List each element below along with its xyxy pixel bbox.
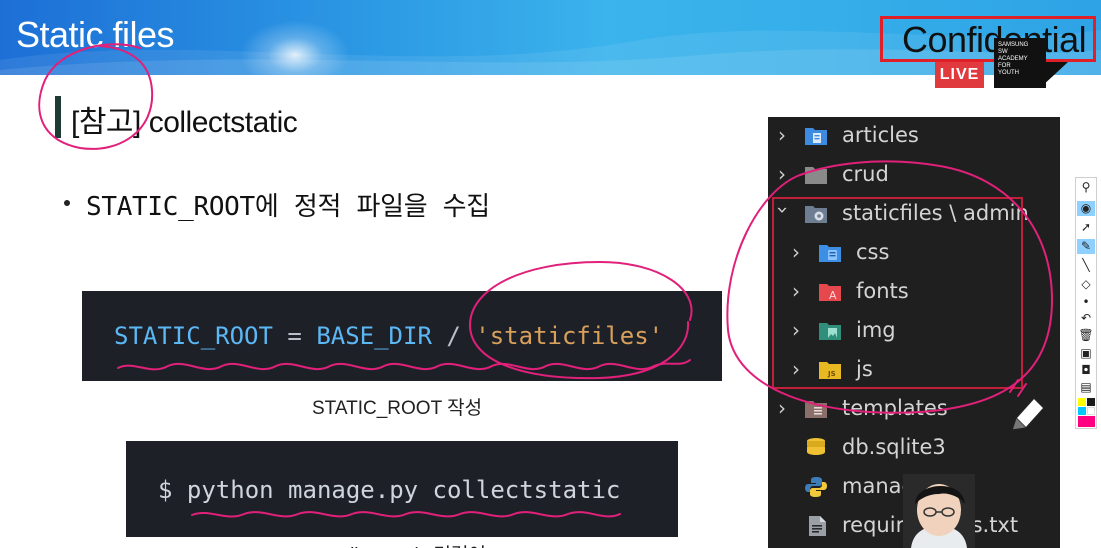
bullet-text: STATIC_ROOT에 정적 파일을 수집	[86, 192, 490, 222]
pen-icon[interactable]: ✎	[1077, 239, 1095, 254]
tree-item-articles[interactable]: › articles	[768, 117, 1060, 156]
chevron-right-icon[interactable]: ›	[778, 398, 792, 418]
undo-icon[interactable]: ↶	[1077, 311, 1095, 326]
python-icon	[805, 477, 827, 497]
heading-accent-bar	[55, 96, 61, 138]
color-swatch-cyan[interactable]	[1078, 407, 1086, 415]
slide-title: Static files	[16, 14, 175, 55]
tree-item-templates[interactable]: › templates	[768, 390, 1060, 429]
code-token-slash: /	[431, 322, 476, 350]
text-file-icon	[809, 516, 826, 536]
trash-icon[interactable]: 🗑	[1077, 328, 1095, 343]
code-block-collectstatic: $ python manage.py collectstatic	[126, 441, 678, 537]
presenter-webcam	[903, 474, 975, 548]
cursor-icon[interactable]: ➚	[1077, 220, 1095, 235]
live-badge: LIVE	[935, 62, 984, 88]
color-swatch-yellow[interactable]	[1078, 398, 1086, 406]
code-line-command: $ python manage.py collectstatic	[158, 476, 621, 504]
tree-item-db-sqlite3[interactable]: db.sqlite3	[768, 429, 1060, 468]
camera-icon[interactable]: ◘	[1077, 363, 1095, 378]
clipboard-icon[interactable]: ▤	[1077, 380, 1095, 395]
tree-item-label: db.sqlite3	[842, 435, 946, 459]
section-heading: [참고] collectstatic	[71, 106, 298, 139]
tree-item-label: crud	[842, 162, 889, 186]
code-token-static-root: STATIC_ROOT	[114, 322, 273, 350]
logo-text: SAMSUNG SW ACADEMY FOR YOUTH	[998, 42, 1029, 76]
whiteboard-icon[interactable]: ▣	[1077, 346, 1095, 361]
code-line: STATIC_ROOT = BASE_DIR / 'staticfiles'	[114, 322, 663, 350]
samsung-academy-logo: SAMSUNG SW ACADEMY FOR YOUTH	[994, 38, 1046, 88]
chevron-right-icon[interactable]: ›	[778, 164, 792, 184]
tree-item-label: templates	[842, 396, 948, 420]
chevron-right-icon[interactable]: ›	[778, 125, 792, 145]
tree-item-label: articles	[842, 123, 919, 147]
eye-icon[interactable]: ◉	[1077, 201, 1095, 216]
folder-icon	[805, 167, 827, 184]
code-block-static-root: STATIC_ROOT = BASE_DIR / 'staticfiles'	[82, 291, 722, 381]
code-caption-1: STATIC_ROOT 작성	[312, 398, 483, 419]
logo-tail	[1040, 62, 1068, 88]
annotation-toolbar: ⚲ ◉ ➚ ✎ ╲ ◇ • ↶ 🗑 ▣ ◘ ▤	[1075, 177, 1097, 429]
pin-icon[interactable]: ⚲	[1077, 180, 1095, 195]
database-icon	[807, 438, 825, 455]
code-token-assign: =	[272, 322, 317, 350]
code-token-base-dir: BASE_DIR	[316, 322, 432, 350]
bullet-dot	[64, 200, 70, 206]
color-swatch-white[interactable]	[1087, 407, 1095, 415]
color-swatch-magenta[interactable]	[1078, 416, 1095, 427]
dot-icon[interactable]: •	[1077, 295, 1095, 310]
color-swatch-black[interactable]	[1087, 398, 1095, 406]
code-caption-2: collectstatic 명령어	[330, 540, 486, 548]
annotation-highlight-box	[772, 197, 1023, 389]
folder-templates-icon	[805, 401, 827, 418]
code-token-string: 'staticfiles'	[475, 322, 664, 350]
line-icon[interactable]: ╲	[1077, 258, 1095, 273]
eraser-icon[interactable]: ◇	[1077, 277, 1095, 292]
folder-blue-icon	[805, 128, 827, 145]
tree-item-crud[interactable]: › crud	[768, 156, 1060, 195]
